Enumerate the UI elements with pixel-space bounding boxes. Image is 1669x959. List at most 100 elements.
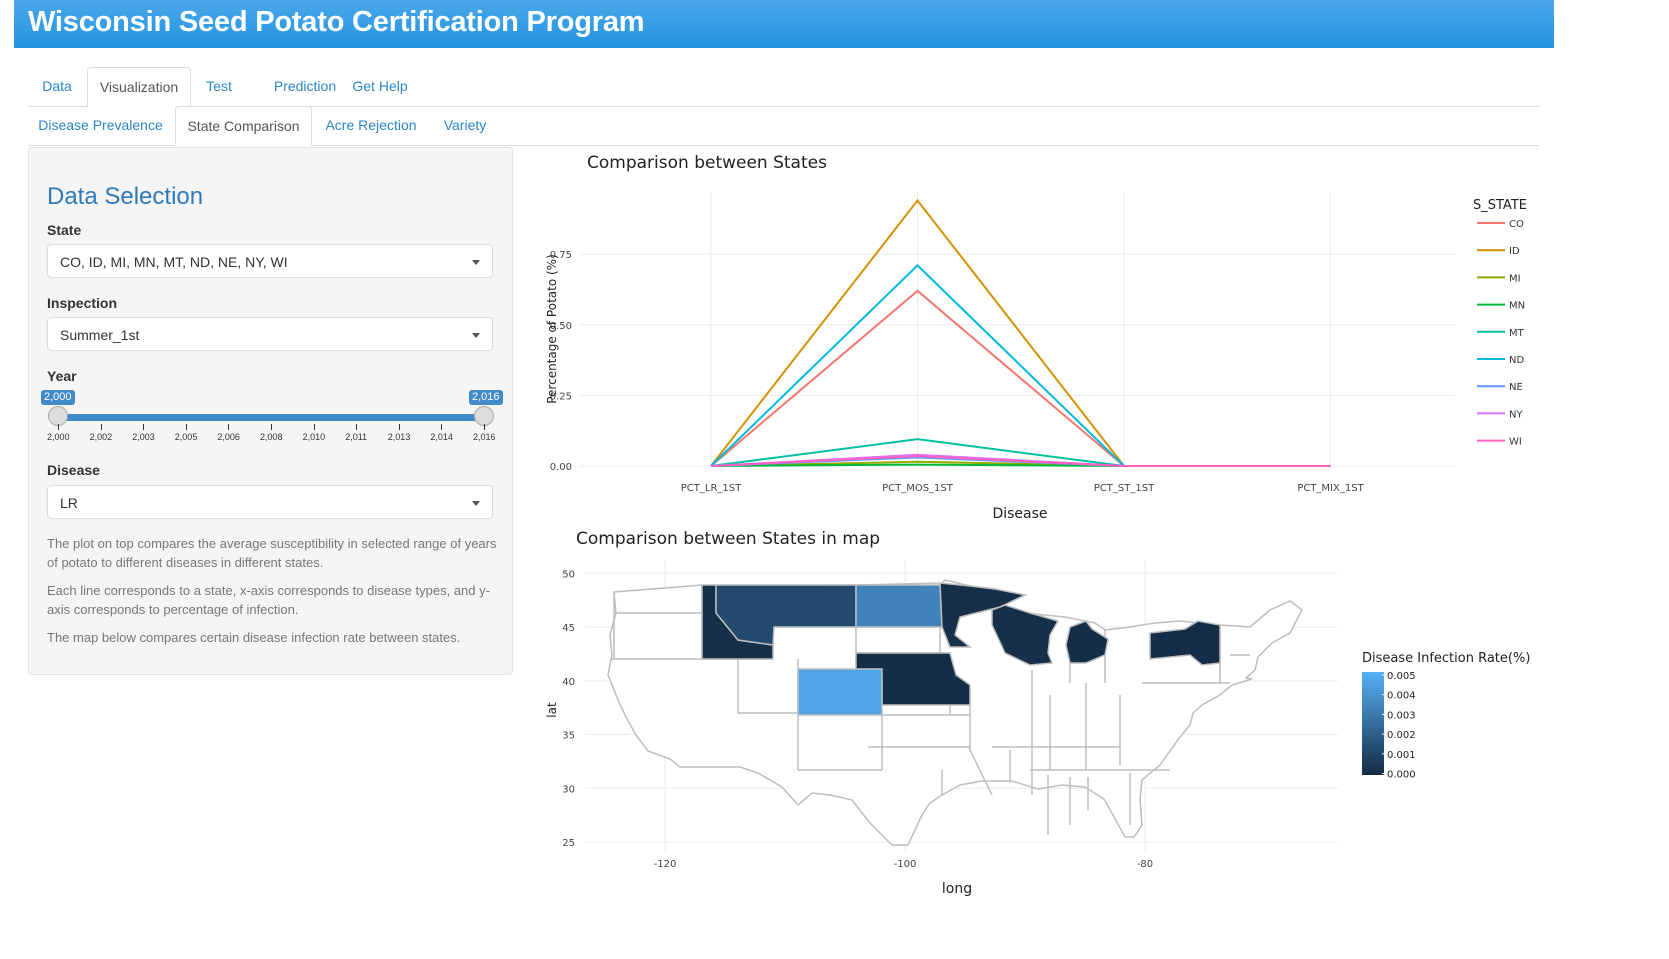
map-y-tick-label: 35 <box>562 731 575 742</box>
legend-label: MI <box>1509 273 1521 284</box>
year-tick-mark <box>441 424 443 430</box>
tab-get-help[interactable]: Get Help <box>346 67 414 105</box>
year-slider-track[interactable] <box>58 414 484 421</box>
year-tick-label: 2,008 <box>260 432 283 442</box>
help-text-1: The plot on top compares the average sus… <box>47 536 497 570</box>
legend-label: MN <box>1509 301 1525 312</box>
map-chart: 25 30 35 40 45 50 -120 -100 -80 long lat Disease I… <box>545 560 1530 897</box>
colorbar-label: 0.001 <box>1387 750 1416 761</box>
map-y-tick-label: 45 <box>562 623 575 634</box>
app-header: Wisconsin Seed Potato Certification Prog… <box>14 0 1554 48</box>
tab-visualization[interactable]: Visualization <box>87 67 191 107</box>
state-nd <box>855 584 943 628</box>
colorbar-label: 0.004 <box>1387 691 1416 702</box>
sub-tabs: Disease Prevalence State Comparison Acre… <box>28 106 1540 146</box>
colorbar-label: 0.003 <box>1387 710 1416 721</box>
chevron-down-icon <box>472 333 480 338</box>
tab-disease-prevalence[interactable]: Disease Prevalence <box>28 106 173 144</box>
year-tick-label: 2,005 <box>174 432 198 442</box>
year-tick-label: 2,016 <box>473 432 496 442</box>
year-tick-mark <box>143 424 145 430</box>
year-tick-mark <box>185 424 187 430</box>
year-max-handle[interactable] <box>474 406 494 426</box>
map-x-tick-label: -120 <box>654 859 677 870</box>
tab-prediction[interactable]: Prediction <box>253 67 357 105</box>
disease-select-value: LR <box>60 495 78 511</box>
year-tick-mark <box>228 424 230 430</box>
panel-title: Data Selection <box>47 183 204 210</box>
year-tick-label: 2,013 <box>387 432 411 442</box>
x-tick-label: PCT_LR_1ST <box>681 483 742 494</box>
state-select[interactable]: CO, ID, MI, MN, MT, ND, NE, NY, WI <box>47 244 493 278</box>
line-chart: 0.000.250.500.75PCT_LR_1ST PCT_MOS_1ST PCT… <box>545 192 1527 522</box>
year-tick-label: 2,011 <box>345 432 368 442</box>
colorbar-label: 0.005 <box>1387 671 1416 682</box>
x-tick-label: PCT_ST_1ST <box>1094 483 1155 494</box>
year-label: Year <box>47 368 77 384</box>
map-y-tick-label: 40 <box>562 677 575 688</box>
legend-label: ND <box>1509 355 1524 366</box>
series-line-nd <box>710 264 1331 467</box>
tab-test[interactable]: Test <box>194 67 244 105</box>
x-axis-title: Disease <box>992 506 1047 522</box>
map-chart-title: Comparison between States in map <box>576 529 881 549</box>
x-tick-label: PCT_MOS_1ST <box>882 483 954 494</box>
legend-label: WI <box>1509 437 1522 448</box>
map-x-tick-label: -80 <box>1137 859 1153 870</box>
series-line-co <box>710 289 1331 467</box>
help-text-2: Each line corresponds to a state, x-axis… <box>47 583 490 617</box>
inspection-select-value: Summer_1st <box>60 327 140 343</box>
year-tick-label: 2,003 <box>132 432 155 442</box>
state-select-value: CO, ID, MI, MN, MT, ND, NE, NY, WI <box>60 254 288 270</box>
year-min-handle[interactable] <box>48 406 68 426</box>
legend-label: MT <box>1509 328 1525 339</box>
legend-label: CO <box>1509 219 1524 230</box>
colorbar-label: 0.000 <box>1387 770 1416 781</box>
app-title: Wisconsin Seed Potato Certification Prog… <box>28 6 645 38</box>
year-tick-mark <box>58 424 59 430</box>
data-selection-panel: Data Selection State CO, ID, MI, MN, MT,… <box>28 147 513 675</box>
legend-label: ID <box>1509 246 1520 257</box>
map-y-tick-label: 50 <box>562 569 575 580</box>
colorbar <box>1362 672 1384 775</box>
year-tick-mark <box>271 424 272 430</box>
tab-acre-rejection[interactable]: Acre Rejection <box>315 106 427 144</box>
legend-title: S_STATE <box>1473 198 1527 213</box>
inspection-label: Inspection <box>47 295 118 311</box>
state-co <box>797 668 883 716</box>
year-tick-label: 2,014 <box>430 432 453 442</box>
series-line-id <box>710 198 1331 467</box>
y-tick-label: 0.00 <box>550 462 572 473</box>
year-tick-mark <box>313 424 315 430</box>
line-chart-title: Comparison between States <box>587 153 827 173</box>
year-tick-mark <box>100 424 102 430</box>
disease-label: Disease <box>47 462 100 478</box>
disease-select[interactable]: LR <box>47 485 493 519</box>
help-text-3: The map below compares certain disease i… <box>47 630 461 645</box>
legend-label: NE <box>1509 382 1523 393</box>
inspection-select[interactable]: Summer_1st <box>47 317 493 351</box>
tab-state-comparison[interactable]: State Comparison <box>175 106 312 146</box>
tab-data[interactable]: Data <box>28 67 86 105</box>
year-tick-label: 2,010 <box>302 432 326 442</box>
legend-label: NY <box>1509 409 1523 420</box>
year-min-badge: 2,000 <box>41 390 75 405</box>
map-y-tick-label: 30 <box>562 784 575 795</box>
map-y-tick-label: 25 <box>562 838 575 849</box>
colorbar-label: 0.002 <box>1387 730 1416 741</box>
year-tick-label: 2,006 <box>217 432 240 442</box>
year-tick-label: 2,002 <box>89 432 113 442</box>
year-tick-mark <box>398 424 400 430</box>
year-tick-mark <box>356 424 358 430</box>
y-axis-title: Percentage of Potato (%) <box>545 254 559 404</box>
state-label: State <box>47 222 82 238</box>
map-x-tick-label: -100 <box>894 859 917 870</box>
colorbar-title: Disease Infection Rate(%) <box>1362 651 1530 666</box>
map-x-axis-title: long <box>942 881 972 897</box>
main-tabs: Data Visualization Test Prediction Get H… <box>28 67 1540 107</box>
chevron-down-icon <box>472 501 480 506</box>
x-tick-label: PCT_MIX_1ST <box>1297 483 1364 494</box>
chevron-down-icon <box>472 260 480 265</box>
year-tick-mark <box>484 424 485 430</box>
tab-variety[interactable]: Variety <box>433 106 497 144</box>
